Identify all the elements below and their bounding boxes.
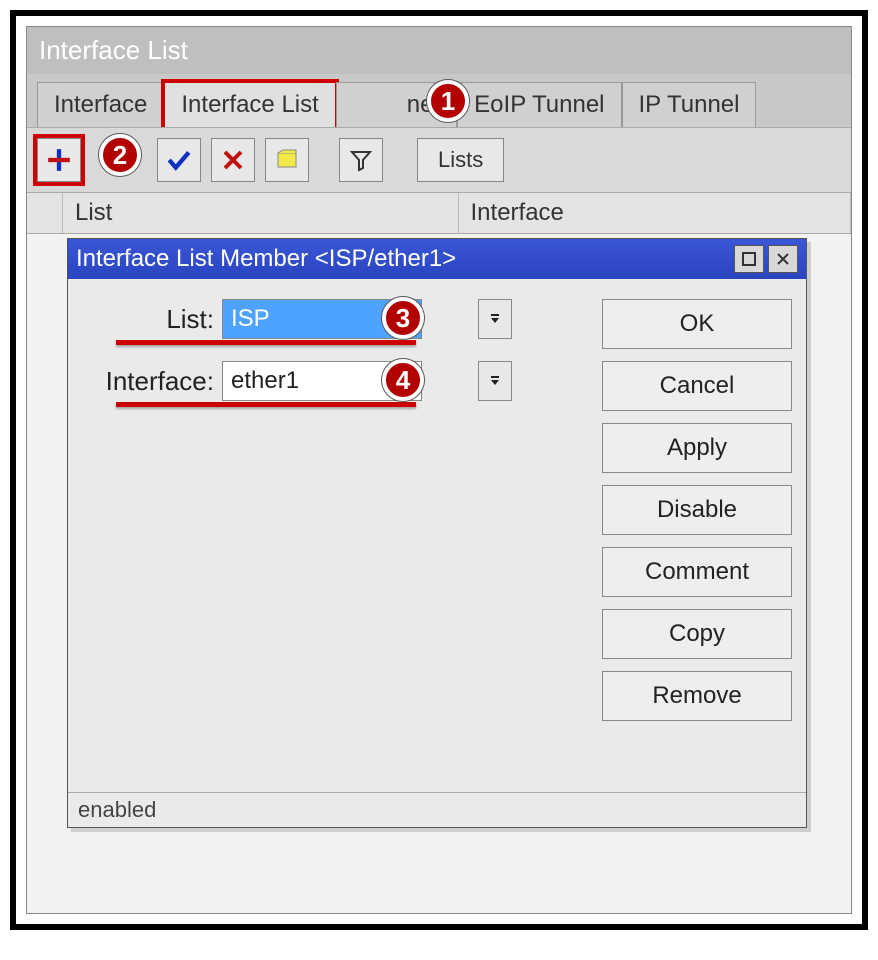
interface-list-member-dialog: Interface List Member <ISP/ether1> List:…: [67, 238, 807, 828]
row-handle-column: [27, 193, 63, 233]
field-list-row: List: 3: [82, 299, 582, 339]
lists-button[interactable]: Lists: [417, 138, 504, 182]
minimize-button[interactable]: [734, 245, 764, 273]
apply-button[interactable]: Apply: [602, 423, 792, 473]
close-button[interactable]: [768, 245, 798, 273]
disable-button[interactable]: [211, 138, 255, 182]
annotation-badge-2: 2: [99, 134, 141, 176]
copy-button[interactable]: Copy: [602, 609, 792, 659]
annotation-badge-4: 4: [382, 359, 424, 401]
remove-button[interactable]: Remove: [602, 671, 792, 721]
close-icon: [776, 252, 790, 266]
column-interface[interactable]: Interface: [459, 193, 851, 233]
x-icon: [221, 148, 245, 172]
tabs: Interface Interface List 1 net EoIP Tunn…: [27, 74, 851, 127]
comment-button[interactable]: [265, 138, 309, 182]
annotation-badge-3: 3: [382, 297, 424, 339]
add-button[interactable]: [37, 138, 81, 182]
window-title: Interface List: [27, 27, 851, 74]
dialog-status: enabled: [68, 792, 806, 827]
label-list: List:: [82, 304, 222, 335]
chevron-down-icon: [488, 374, 502, 388]
enable-button[interactable]: [157, 138, 201, 182]
ok-button[interactable]: OK: [602, 299, 792, 349]
tab-interface-list[interactable]: Interface List: [164, 82, 335, 127]
check-icon: [166, 147, 192, 173]
dialog-title: Interface List Member <ISP/ether1>: [76, 245, 730, 273]
dialog-titlebar[interactable]: Interface List Member <ISP/ether1>: [68, 239, 806, 279]
column-list[interactable]: List: [63, 193, 459, 233]
annotation-badge-1: 1: [427, 80, 469, 122]
disable-button[interactable]: Disable: [602, 485, 792, 535]
filter-button[interactable]: [339, 138, 383, 182]
field-interface-row: Interface: 4: [82, 361, 582, 401]
cancel-button[interactable]: Cancel: [602, 361, 792, 411]
dialog-form: List: 3 Interface: 4: [82, 299, 582, 782]
interface-dropdown-button[interactable]: [478, 361, 512, 401]
chevron-down-icon: [488, 312, 502, 326]
dialog-buttons: OK Cancel Apply Disable Comment Copy Rem…: [582, 299, 792, 782]
funnel-icon: [349, 148, 373, 172]
list-dropdown-button[interactable]: [478, 299, 512, 339]
comment-button[interactable]: Comment: [602, 547, 792, 597]
tab-interface-list-label: Interface List: [181, 91, 318, 118]
plus-icon: [46, 147, 72, 173]
note-icon: [275, 148, 299, 172]
tab-eoip-tunnel[interactable]: EoIP Tunnel: [457, 82, 621, 127]
tab-interface[interactable]: Interface: [37, 82, 164, 127]
tab-ip-tunnel[interactable]: IP Tunnel: [622, 82, 757, 127]
window-icon: [742, 252, 756, 266]
annotation-underline: [116, 340, 416, 345]
annotation-underline: [116, 402, 416, 407]
column-headers: List Interface: [27, 193, 851, 234]
label-interface: Interface:: [82, 366, 222, 397]
content-area: Interface List Member <ISP/ether1> List:…: [27, 234, 851, 913]
interface-list-window: Interface List Interface Interface List …: [26, 26, 852, 914]
toolbar: 2: [27, 127, 851, 193]
